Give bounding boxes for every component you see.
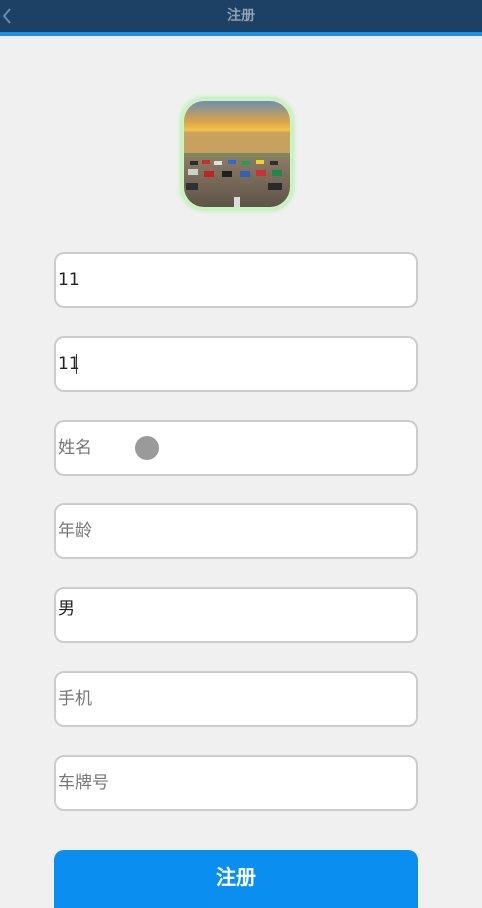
register-button[interactable]: 注册 [54,850,418,908]
avatar[interactable] [182,99,292,209]
header-accent-line [0,32,482,36]
age-placeholder: 年龄 [58,521,92,541]
age-field[interactable]: 年龄 [54,503,418,559]
gender-field[interactable]: 男 [54,587,418,643]
phone-placeholder: 手机 [58,689,92,709]
username-value: 11 [58,270,80,290]
plate-number-placeholder: 车牌号 [58,773,109,793]
text-cursor [76,354,77,374]
phone-field[interactable]: 手机 [54,671,418,727]
name-placeholder: 姓名 [58,438,92,458]
name-field[interactable]: 姓名 [54,420,418,476]
page-title: 注册 [227,8,255,24]
touch-indicator [135,436,159,460]
username-field[interactable]: 11 [54,252,418,308]
plate-number-field[interactable]: 车牌号 [54,755,418,811]
avatar-image [184,101,290,207]
password-field[interactable]: 11 [54,336,418,392]
gender-value: 男 [58,599,75,619]
